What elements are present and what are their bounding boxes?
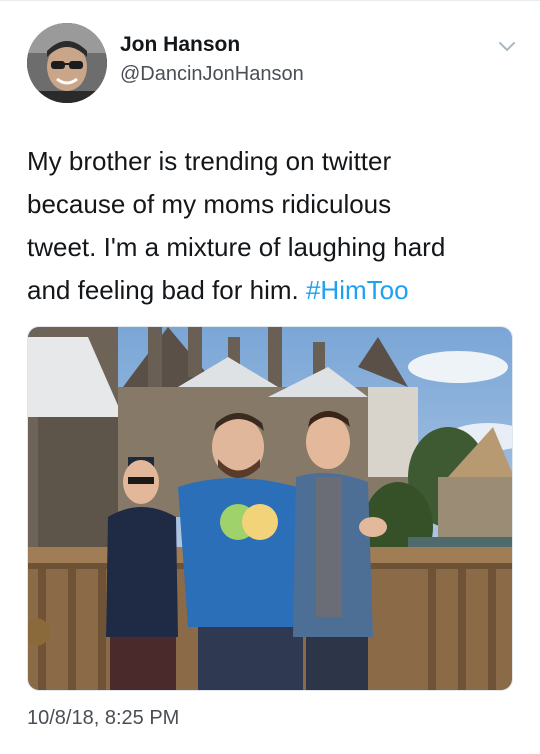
tweet-text-line: and feeling bad for him. #HimToo <box>27 269 517 312</box>
author-avatar[interactable] <box>27 23 107 103</box>
chevron-down-icon[interactable] <box>498 40 516 52</box>
hashtag-link[interactable]: #HimToo <box>306 275 409 305</box>
tweet-photo[interactable] <box>27 326 513 691</box>
tweet-text-line: tweet. I'm a mixture of laughing hard <box>27 232 446 262</box>
author-handle[interactable]: @DancinJonHanson <box>120 63 304 86</box>
tweet-text-line: because of my moms ridiculous <box>27 189 392 219</box>
photo-image <box>28 327 512 690</box>
top-divider <box>0 0 540 1</box>
tweet-timestamp[interactable]: 10/8/18, 8:25 PM <box>27 707 179 730</box>
tweet-text: My brother is trending on twitter becaus… <box>27 140 517 312</box>
author-name[interactable]: Jon Hanson <box>120 33 240 57</box>
tweet-text-fragment: and feeling bad for him. <box>27 275 306 305</box>
avatar-image <box>27 23 107 103</box>
tweet-text-line: My brother is trending on twitter <box>27 146 392 176</box>
